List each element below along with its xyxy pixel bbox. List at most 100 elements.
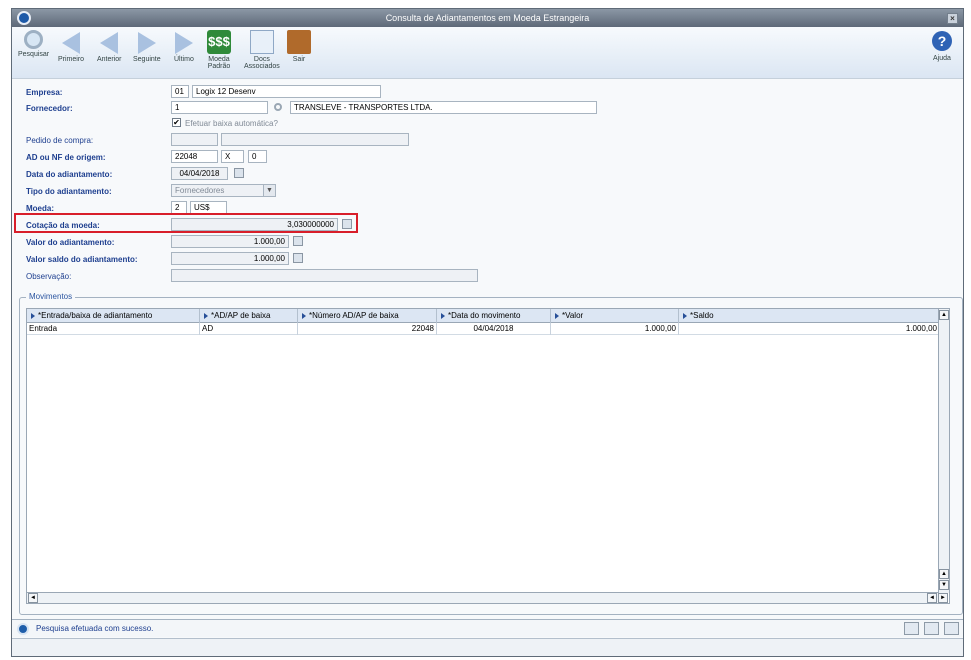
status-message: Pesquisa efetuada com sucesso. <box>36 624 154 633</box>
docs-associados-button[interactable]: Docs Associados <box>244 30 280 70</box>
scroll-up-button[interactable]: ▲ <box>939 569 949 579</box>
seguinte-label: Seguinte <box>133 56 161 63</box>
ad-nf-seq-field[interactable]: 0 <box>248 150 267 163</box>
main-window: Consulta de Adiantamentos em Moeda Estra… <box>11 8 964 657</box>
tipo-adiantamento-select[interactable]: Fornecedores <box>171 184 276 197</box>
info-icon <box>17 623 29 635</box>
tipo-adiantamento-label: Tipo do adiantamento: <box>26 187 112 196</box>
title-bar: Consulta de Adiantamentos em Moeda Estra… <box>12 9 963 27</box>
col-numero[interactable]: *Número AD/AP de baixa <box>298 309 437 323</box>
app-logo-icon <box>17 11 31 25</box>
sair-label: Sair <box>292 56 306 63</box>
cotacao-field[interactable]: 3,030000000 <box>171 218 338 231</box>
pesquisar-button[interactable]: Pesquisar <box>18 30 49 58</box>
ad-nf-numero-field[interactable]: 22048 <box>171 150 218 163</box>
close-button[interactable]: × <box>947 13 958 24</box>
scroll-left-button[interactable]: ◄ <box>927 593 937 603</box>
table-row[interactable]: Entrada AD 22048 04/04/2018 1.000,00 1.0… <box>27 323 939 335</box>
cell-saldo: 1.000,00 <box>905 324 937 333</box>
col-data[interactable]: *Data do movimento <box>437 309 551 323</box>
cell-data: 04/04/2018 <box>437 323 551 335</box>
primeiro-label: Primeiro <box>58 56 85 63</box>
bottom-bar <box>12 638 963 656</box>
search-icon <box>24 30 44 49</box>
exit-door-icon <box>287 30 311 54</box>
movimentos-group: Movimentos *Entrada/baixa de adiantament… <box>19 292 963 615</box>
movimentos-grid[interactable]: *Entrada/baixa de adiantamento *AD/AP de… <box>26 308 950 604</box>
fornecedor-label: Fornecedor: <box>26 104 73 113</box>
chat-icon[interactable] <box>944 622 959 635</box>
next-arrow-icon <box>137 32 156 54</box>
moeda-label: Moeda: <box>26 204 54 213</box>
help-icon: ? <box>932 31 952 51</box>
pesquisar-label: Pesquisar <box>18 51 50 58</box>
col-label: *Número AD/AP de baixa <box>309 311 399 320</box>
fornecedor-name-field: TRANSLEVE - TRANSPORTES LTDA. <box>290 101 597 114</box>
scroll-down-button[interactable]: ▼ <box>939 580 949 590</box>
fornecedor-code-field[interactable]: 1 <box>171 101 268 114</box>
previous-arrow-icon <box>100 32 119 54</box>
money-icon: $$$ <box>207 30 231 54</box>
horizontal-scrollbar[interactable]: ◄ <box>27 592 939 603</box>
ultimo-button[interactable]: Último <box>174 30 194 63</box>
primeiro-button[interactable]: Primeiro <box>58 30 84 63</box>
col-valor[interactable]: *Valor <box>551 309 679 323</box>
movimentos-title: Movimentos <box>26 292 76 301</box>
col-label: *AD/AP de baixa <box>211 311 271 320</box>
calendar-icon[interactable] <box>234 168 244 178</box>
anterior-button[interactable]: Anterior <box>97 30 122 63</box>
baixa-automatica-label: Efetuar baixa automática? <box>185 119 278 128</box>
valor-adiantamento-label: Valor do adiantamento: <box>26 238 115 247</box>
col-label: *Entrada/baixa de adiantamento <box>38 311 153 320</box>
docs-label: Docs <box>253 56 270 63</box>
empresa-label: Empresa: <box>26 88 63 97</box>
calculator-icon[interactable] <box>293 253 303 263</box>
col-entrada-baixa[interactable]: *Entrada/baixa de adiantamento <box>27 309 200 323</box>
sort-arrow-icon <box>302 312 306 319</box>
associados-label: Associados <box>244 63 280 70</box>
documents-icon <box>249 30 274 54</box>
baixa-automatica-checkbox[interactable]: ✔ <box>172 118 181 127</box>
chevron-down-icon[interactable]: ▼ <box>263 185 275 196</box>
scroll-right-button[interactable]: ► <box>938 593 948 603</box>
col-saldo[interactable]: *Saldo <box>679 309 939 323</box>
toolbar: Pesquisar Primeiro Anterior Seguinte Últ… <box>12 27 963 79</box>
valor-adiantamento-field[interactable]: 1.000,00 <box>171 235 289 248</box>
data-adiantamento-field[interactable]: 04/04/2018 <box>171 167 228 180</box>
padrao-label: Padrão <box>207 63 231 70</box>
ad-nf-label: AD ou NF de origem: <box>26 153 106 162</box>
empresa-code-field[interactable]: 01 <box>171 85 189 98</box>
pedido-compra-desc-field <box>221 133 409 146</box>
scroll-up-button[interactable]: ▲ <box>939 310 949 320</box>
observacao-field[interactable] <box>171 269 478 282</box>
ajuda-button[interactable]: ? Ajuda <box>932 31 952 62</box>
window-title: Consulta de Adiantamentos em Moeda Estra… <box>385 13 590 23</box>
form-panel: Empresa: 01 Logix 12 Desenv Fornecedor: … <box>12 79 963 291</box>
calculator-icon[interactable] <box>342 219 352 229</box>
scroll-left-button[interactable]: ◄ <box>28 593 38 603</box>
pedido-compra-label: Pedido de compra: <box>26 136 94 145</box>
sort-arrow-icon <box>441 312 445 319</box>
resize-icon[interactable] <box>904 622 919 635</box>
empresa-name-field: Logix 12 Desenv <box>192 85 381 98</box>
ad-nf-serie-field[interactable]: X <box>221 150 244 163</box>
zoom-search-icon[interactable] <box>274 103 282 111</box>
cell-ad-ap: AD <box>200 323 298 335</box>
edit-icon[interactable] <box>924 622 939 635</box>
pedido-compra-field[interactable] <box>171 133 218 146</box>
valor-saldo-label: Valor saldo do adiantamento: <box>26 255 138 264</box>
status-bar: Pesquisa efetuada com sucesso. <box>12 619 963 637</box>
sort-arrow-icon <box>31 312 35 319</box>
sort-arrow-icon <box>204 312 208 319</box>
cotacao-label: Cotação da moeda: <box>26 221 100 230</box>
sort-arrow-icon <box>555 312 559 319</box>
seguinte-button[interactable]: Seguinte <box>133 30 161 63</box>
anterior-label: Anterior <box>97 56 122 63</box>
moeda-label: Moeda <box>208 56 230 63</box>
vertical-scrollbar[interactable]: ▲ ▲ ▼ <box>938 309 949 593</box>
valor-saldo-field[interactable]: 1.000,00 <box>171 252 289 265</box>
moeda-padrao-button[interactable]: $$$ Moeda Padrão <box>207 30 231 70</box>
calculator-icon[interactable] <box>293 236 303 246</box>
col-ad-ap[interactable]: *AD/AP de baixa <box>200 309 298 323</box>
sair-button[interactable]: Sair <box>287 30 311 63</box>
